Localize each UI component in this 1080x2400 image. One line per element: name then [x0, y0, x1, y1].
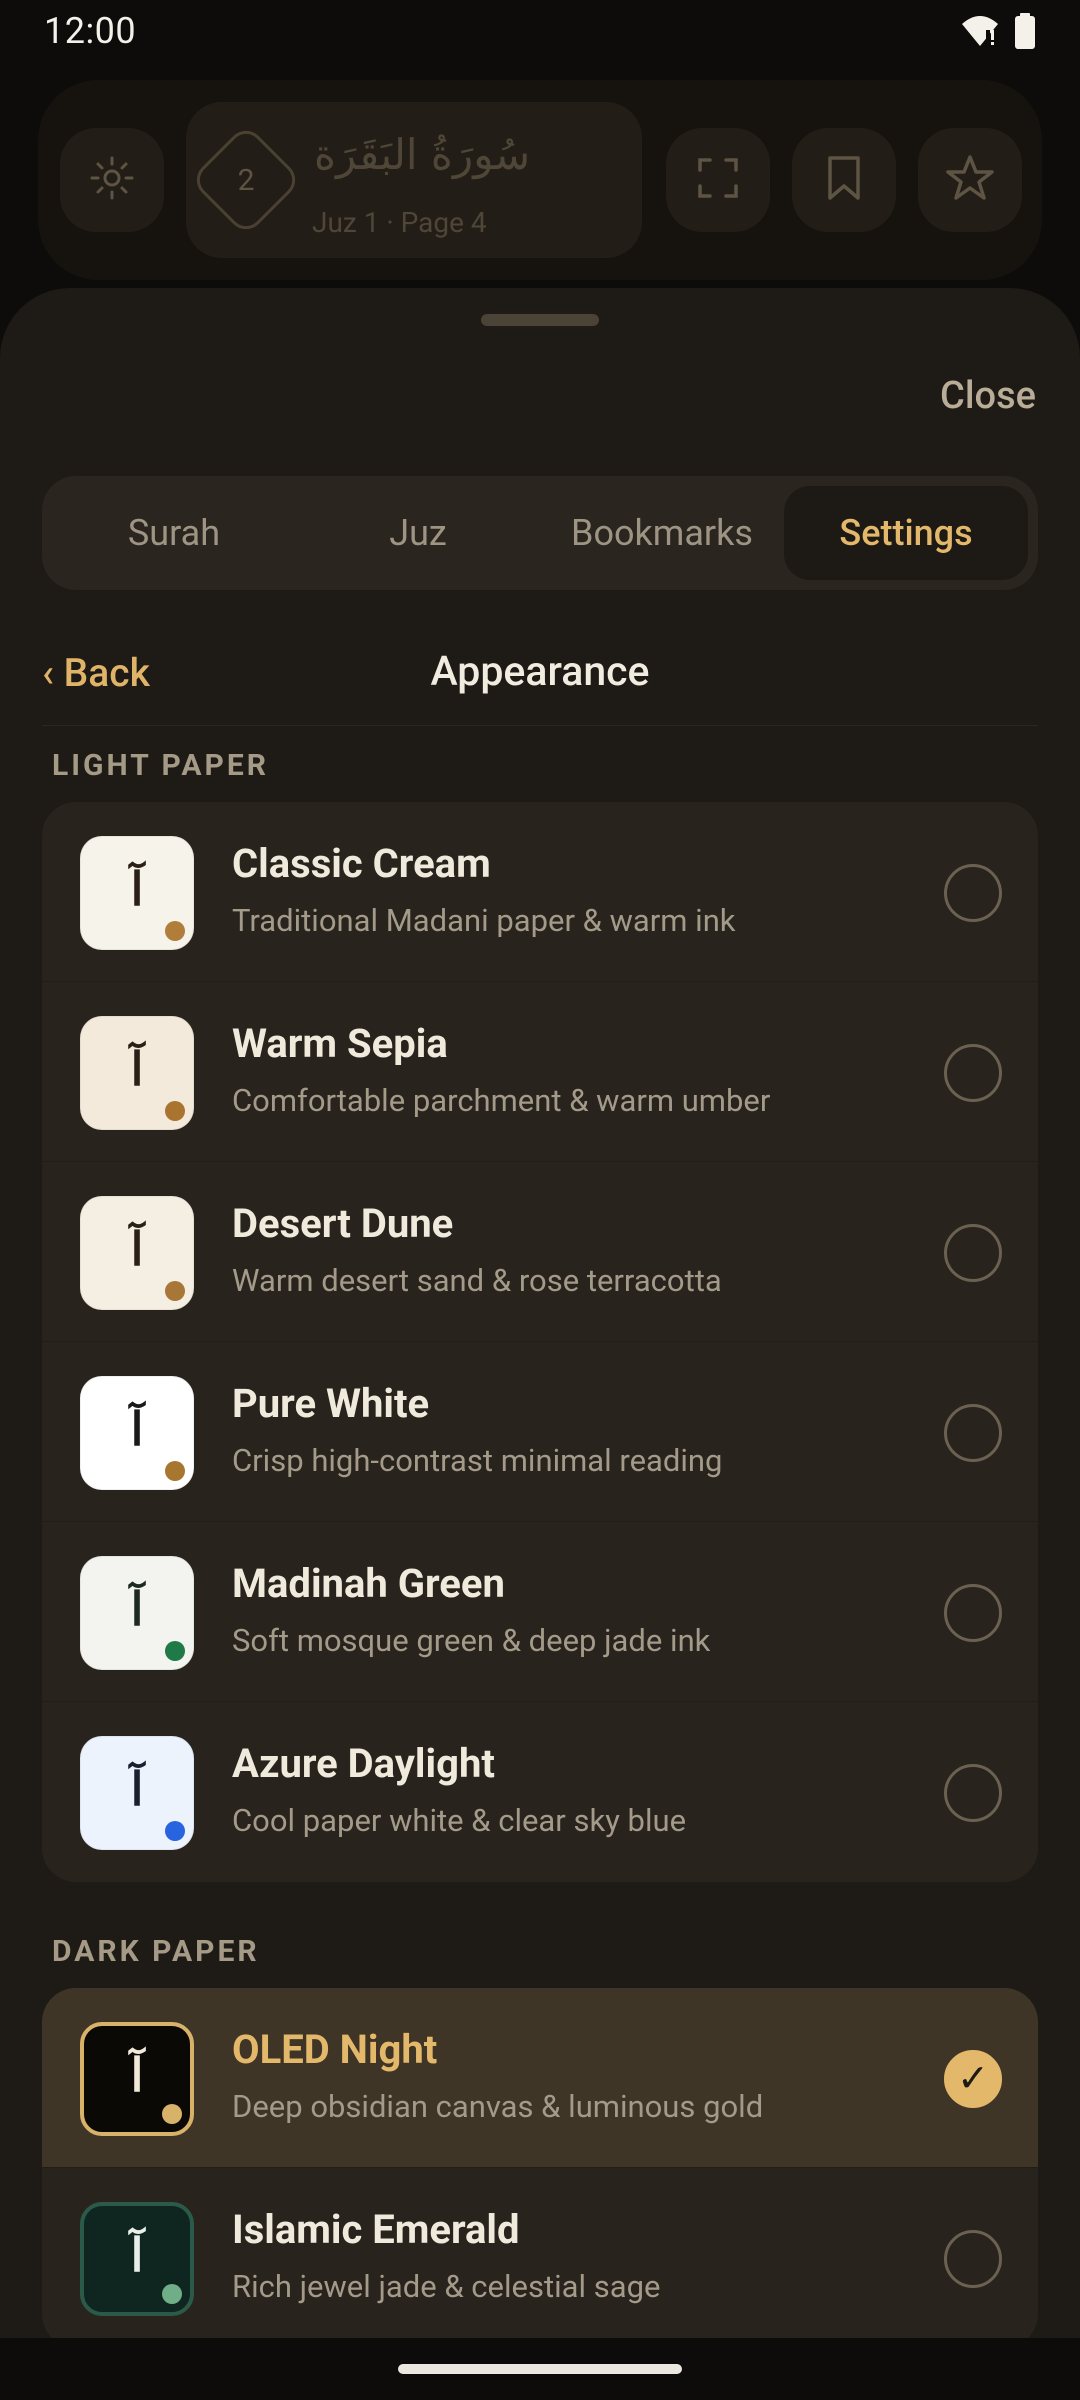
accent-dot — [165, 1281, 185, 1301]
swatch-glyph: آ — [130, 1582, 144, 1636]
radio-unchecked[interactable] — [944, 1584, 1002, 1642]
status-bar: 12:00 — [0, 0, 1080, 62]
bookmark-icon — [822, 154, 866, 206]
theme-name: Azure Daylight — [232, 1740, 495, 1787]
theme-name: Classic Cream — [232, 840, 491, 887]
tab-bookmarks[interactable]: Bookmarks — [540, 486, 784, 580]
theme-description: Cool paper white & clear sky blue — [232, 1802, 687, 1839]
theme-option[interactable]: آ Pure White Crisp high-contrast minimal r… — [42, 1342, 1038, 1522]
tab-surah[interactable]: Surah — [52, 486, 296, 580]
bookmark-button[interactable] — [792, 128, 896, 232]
favorite-button[interactable] — [918, 128, 1022, 232]
theme-swatch: آ — [80, 1556, 194, 1670]
sun-icon — [88, 154, 136, 206]
swatch-glyph: آ — [130, 862, 144, 916]
back-button[interactable]: ‹ Back — [42, 650, 150, 696]
fullscreen-icon — [694, 154, 742, 206]
theme-swatch: آ — [80, 2202, 194, 2316]
home-indicator[interactable] — [398, 2364, 682, 2374]
theme-description: Crisp high-contrast minimal reading — [232, 1442, 723, 1479]
swatch-glyph: آ — [130, 1402, 144, 1456]
theme-swatch: آ — [80, 836, 194, 950]
swatch-glyph: آ — [130, 2228, 144, 2282]
navigation-sheet: Close Surah Juz Bookmarks Settings Appea… — [0, 288, 1080, 2338]
tab-juz[interactable]: Juz — [296, 486, 540, 580]
dark-paper-section-label: DARK PAPER — [52, 1934, 260, 1969]
accent-dot — [162, 2284, 182, 2304]
light-paper-section-label: LIGHT PAPER — [52, 748, 269, 783]
theme-option[interactable]: آ Azure Daylight Cool paper white & clear … — [42, 1702, 1038, 1882]
fullscreen-button[interactable] — [666, 128, 770, 232]
wifi-icon — [960, 14, 1000, 48]
theme-name: Madinah Green — [232, 1560, 505, 1607]
theme-swatch: آ — [80, 1376, 194, 1490]
theme-swatch: آ — [80, 2022, 194, 2136]
radio-unchecked[interactable] — [944, 1764, 1002, 1822]
accent-dot — [165, 1461, 185, 1481]
theme-name: Pure White — [232, 1380, 430, 1427]
theme-name: Islamic Emerald — [232, 2206, 520, 2253]
theme-description: Comfortable parchment & warm umber — [232, 1082, 771, 1119]
accent-dot — [162, 2104, 182, 2124]
theme-description: Warm desert sand & rose terracotta — [232, 1262, 722, 1299]
accent-dot — [165, 921, 185, 941]
accent-dot — [165, 1821, 185, 1841]
theme-name: OLED Night — [232, 2026, 438, 2073]
swatch-glyph: آ — [130, 1222, 144, 1276]
radio-checked[interactable]: ✓ — [944, 2050, 1002, 2108]
appearance-header: Appearance ‹ Back — [42, 628, 1038, 726]
theme-name: Warm Sepia — [232, 1020, 448, 1067]
radio-unchecked[interactable] — [944, 864, 1002, 922]
page-title: Appearance — [430, 648, 650, 696]
sheet-tabs: Surah Juz Bookmarks Settings — [42, 476, 1038, 590]
theme-description: Soft mosque green & deep jade ink — [232, 1622, 711, 1659]
brightness-button[interactable] — [60, 128, 164, 232]
surah-selector[interactable]: 2 سُورَةُ البَقَرَة Juz 1 · Page 4 — [186, 102, 642, 258]
light-theme-list: آ Classic Cream Traditional Madani paper &… — [42, 802, 1038, 1882]
theme-option[interactable]: آ Classic Cream Traditional Madani paper &… — [42, 802, 1038, 982]
star-icon — [945, 154, 995, 206]
theme-name: Desert Dune — [232, 1200, 454, 1247]
radio-unchecked[interactable] — [944, 1044, 1002, 1102]
theme-description: Rich jewel jade & celestial sage — [232, 2268, 661, 2305]
surah-name-arabic: سُورَةُ البَقَرَة — [314, 130, 531, 179]
theme-option[interactable]: آ OLED Night Deep obsidian canvas & lumino… — [42, 1988, 1038, 2168]
theme-option[interactable]: آ Madinah Green Soft mosque green & deep j… — [42, 1522, 1038, 1702]
radio-unchecked[interactable] — [944, 1224, 1002, 1282]
tab-settings[interactable]: Settings — [784, 486, 1028, 580]
theme-swatch: آ — [80, 1736, 194, 1850]
theme-option[interactable]: آ Islamic Emerald Rich jewel jade & celest… — [42, 2168, 1038, 2338]
swatch-glyph: آ — [130, 2048, 144, 2102]
dark-theme-list: آ OLED Night Deep obsidian canvas & lumino… — [42, 1988, 1038, 2338]
status-time: 12:00 — [44, 10, 137, 52]
surah-number: 2 — [237, 162, 255, 198]
reader-toolbar: 2 سُورَةُ البَقَرَة Juz 1 · Page 4 — [38, 80, 1042, 280]
theme-swatch: آ — [80, 1196, 194, 1310]
battery-icon — [1014, 13, 1036, 49]
radio-unchecked[interactable] — [944, 1404, 1002, 1462]
close-button[interactable]: Close — [940, 374, 1036, 418]
theme-swatch: آ — [80, 1016, 194, 1130]
theme-option[interactable]: آ Desert Dune Warm desert sand & rose terr… — [42, 1162, 1038, 1342]
status-icons — [960, 13, 1036, 49]
swatch-glyph: آ — [130, 1762, 144, 1816]
theme-description: Traditional Madani paper & warm ink — [232, 902, 736, 939]
accent-dot — [165, 1101, 185, 1121]
radio-unchecked[interactable] — [944, 2230, 1002, 2288]
surah-location: Juz 1 · Page 4 — [312, 206, 487, 239]
swatch-glyph: آ — [130, 1042, 144, 1096]
theme-option[interactable]: آ Warm Sepia Comfortable parchment & warm … — [42, 982, 1038, 1162]
theme-description: Deep obsidian canvas & luminous gold — [232, 2088, 764, 2125]
sheet-drag-handle[interactable] — [481, 314, 599, 326]
accent-dot — [165, 1641, 185, 1661]
checkmark-icon: ✓ — [957, 2057, 989, 2101]
